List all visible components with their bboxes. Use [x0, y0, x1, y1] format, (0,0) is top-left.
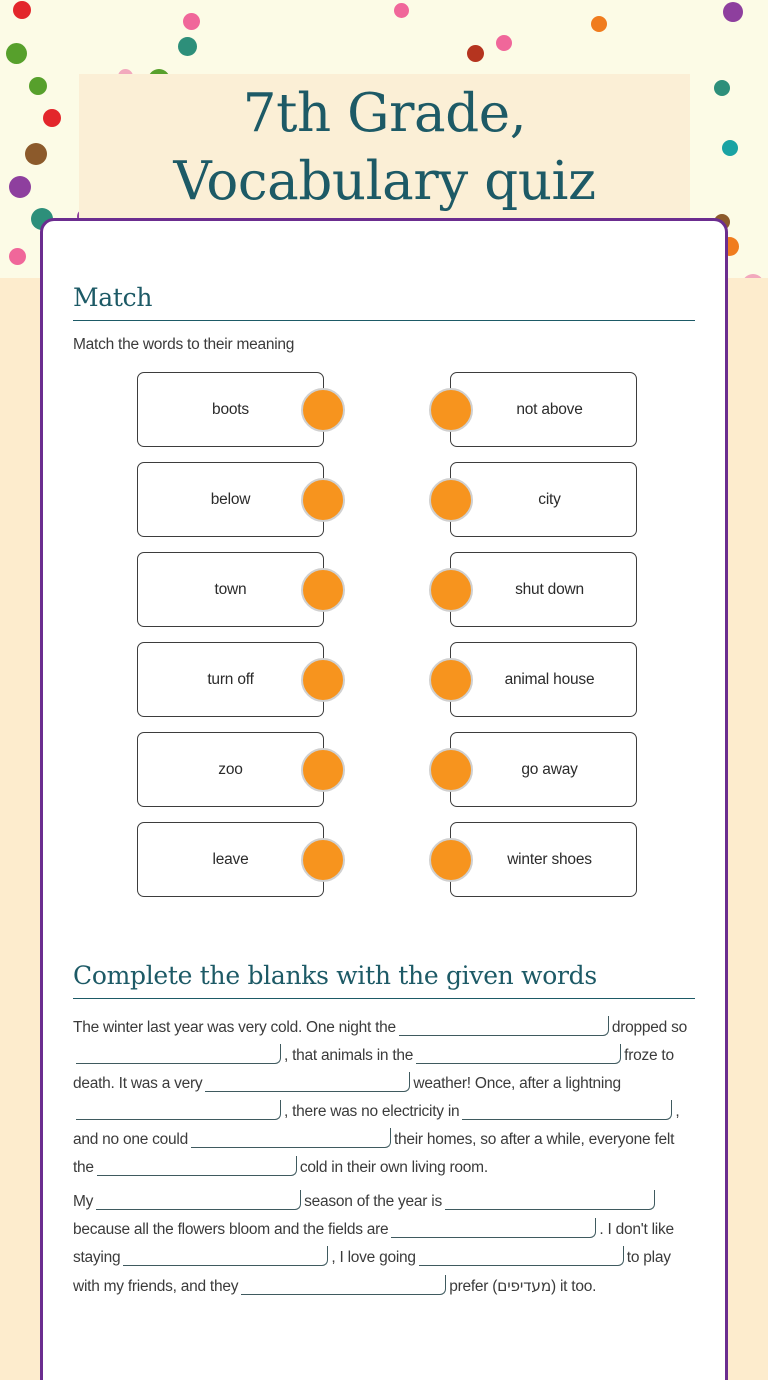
- blank-input[interactable]: [416, 1044, 622, 1064]
- blank-input[interactable]: [96, 1156, 297, 1176]
- blank-input[interactable]: [190, 1128, 391, 1148]
- confetti-dot: [714, 80, 730, 96]
- match-right-option[interactable]: city: [429, 462, 637, 537]
- text-run: season of the year is: [304, 1193, 442, 1210]
- match-connector-dot-left[interactable]: [301, 747, 345, 792]
- match-row: leave winter shoes: [137, 822, 695, 897]
- confetti-dot: [178, 37, 197, 56]
- section-complete-blanks: Complete the blanks with the given words…: [73, 961, 695, 1301]
- match-left-label: boots: [212, 400, 249, 418]
- match-row: turn off animal house: [137, 642, 695, 717]
- match-connector-dot-left[interactable]: [301, 837, 345, 882]
- confetti-dot: [591, 16, 607, 32]
- blank-input[interactable]: [76, 1044, 281, 1064]
- text-run: because all the flowers bloom and the fi…: [73, 1221, 389, 1238]
- confetti-dot: [183, 13, 200, 30]
- match-connector-dot-left[interactable]: [301, 657, 345, 702]
- text-run: weather! Once, after a lightning: [413, 1075, 621, 1092]
- match-connector-dot-right[interactable]: [429, 657, 473, 702]
- blank-input[interactable]: [205, 1072, 411, 1092]
- match-heading: Match: [73, 283, 153, 312]
- match-left-label: town: [214, 580, 247, 598]
- match-right-option[interactable]: winter shoes: [429, 822, 637, 897]
- blank-input[interactable]: [123, 1246, 329, 1266]
- blank-input[interactable]: [398, 1016, 609, 1036]
- text-run: The winter last year was very cold. One …: [73, 1019, 396, 1036]
- confetti-dot: [723, 2, 743, 22]
- blanks-paragraph-1: The winter last year was very cold. One …: [73, 1014, 695, 1182]
- text-run: , that animals in the: [284, 1047, 414, 1064]
- confetti-dot: [496, 35, 512, 51]
- worksheet-card: Match Match the words to their meaning b…: [40, 218, 728, 1380]
- match-right-label: winter shoes: [507, 850, 592, 868]
- blank-input[interactable]: [96, 1190, 302, 1210]
- confetti-dot: [29, 77, 47, 95]
- blank-input[interactable]: [444, 1190, 655, 1210]
- confetti-dot: [467, 45, 484, 62]
- confetti-dot: [9, 248, 26, 265]
- blank-input[interactable]: [241, 1275, 447, 1295]
- match-left-label: below: [210, 490, 251, 508]
- match-left-option[interactable]: below: [137, 462, 345, 537]
- match-connector-dot-right[interactable]: [429, 477, 473, 522]
- confetti-dot: [43, 109, 61, 127]
- match-right-label: go away: [521, 760, 578, 778]
- match-right-label: city: [538, 490, 561, 508]
- confetti-dot: [722, 140, 738, 156]
- match-connector-dot-right[interactable]: [429, 567, 473, 612]
- text-run: , I love going: [331, 1249, 416, 1266]
- blanks-heading: Complete the blanks with the given words: [73, 961, 597, 990]
- title-banner: 7th Grade, Vocabulary quiz: [79, 74, 690, 222]
- blanks-paragraph-2: My season of the year is because all the f…: [73, 1188, 695, 1301]
- confetti-dot: [6, 43, 27, 64]
- match-instruction: Match the words to their meaning: [73, 336, 295, 353]
- match-left-option[interactable]: turn off: [137, 642, 345, 717]
- match-connector-dot-left[interactable]: [301, 387, 345, 432]
- text-run: dropped so: [611, 1019, 687, 1036]
- text-run: , there was no electricity in: [284, 1103, 460, 1120]
- match-right-label: not above: [516, 400, 583, 418]
- match-left-label: leave: [212, 850, 249, 868]
- match-connector-dot-right[interactable]: [429, 837, 473, 882]
- match-row: boots not above: [137, 372, 695, 447]
- confetti-dot: [13, 1, 31, 19]
- match-right-option[interactable]: not above: [429, 372, 637, 447]
- match-right-option[interactable]: shut down: [429, 552, 637, 627]
- blank-input[interactable]: [462, 1100, 673, 1120]
- match-grid: boots not above below city town shut dow…: [73, 372, 695, 897]
- match-connector-dot-left[interactable]: [301, 477, 345, 522]
- match-left-label: turn off: [207, 670, 254, 688]
- match-right-label: shut down: [515, 580, 584, 598]
- match-row: zoo go away: [137, 732, 695, 807]
- page-title: 7th Grade, Vocabulary quiz: [173, 83, 596, 212]
- match-right-option[interactable]: go away: [429, 732, 637, 807]
- confetti-dot: [394, 3, 409, 18]
- match-left-option[interactable]: zoo: [137, 732, 345, 807]
- match-heading-rule: [73, 320, 695, 321]
- confetti-dot: [25, 143, 47, 165]
- blank-input[interactable]: [391, 1218, 597, 1238]
- match-row: below city: [137, 462, 695, 537]
- match-connector-dot-right[interactable]: [429, 747, 473, 792]
- blanks-heading-rule: [73, 998, 695, 999]
- text-run: cold in their own living room.: [299, 1159, 488, 1176]
- match-row: town shut down: [137, 552, 695, 627]
- match-left-option[interactable]: leave: [137, 822, 345, 897]
- match-left-option[interactable]: boots: [137, 372, 345, 447]
- hebrew-gloss: מעדיפים: [497, 1277, 552, 1295]
- section-match: Match Match the words to their meaning b…: [73, 283, 695, 897]
- text-run: ) it too.: [551, 1278, 597, 1295]
- match-right-option[interactable]: animal house: [429, 642, 637, 717]
- match-connector-dot-left[interactable]: [301, 567, 345, 612]
- blank-input[interactable]: [418, 1246, 624, 1266]
- match-left-option[interactable]: town: [137, 552, 345, 627]
- match-right-label: animal house: [504, 670, 595, 688]
- confetti-dot: [9, 176, 31, 198]
- match-connector-dot-right[interactable]: [429, 387, 473, 432]
- text-run: My: [73, 1193, 94, 1210]
- text-run: prefer (: [449, 1278, 498, 1295]
- match-left-label: zoo: [218, 760, 243, 778]
- blank-input[interactable]: [76, 1100, 281, 1120]
